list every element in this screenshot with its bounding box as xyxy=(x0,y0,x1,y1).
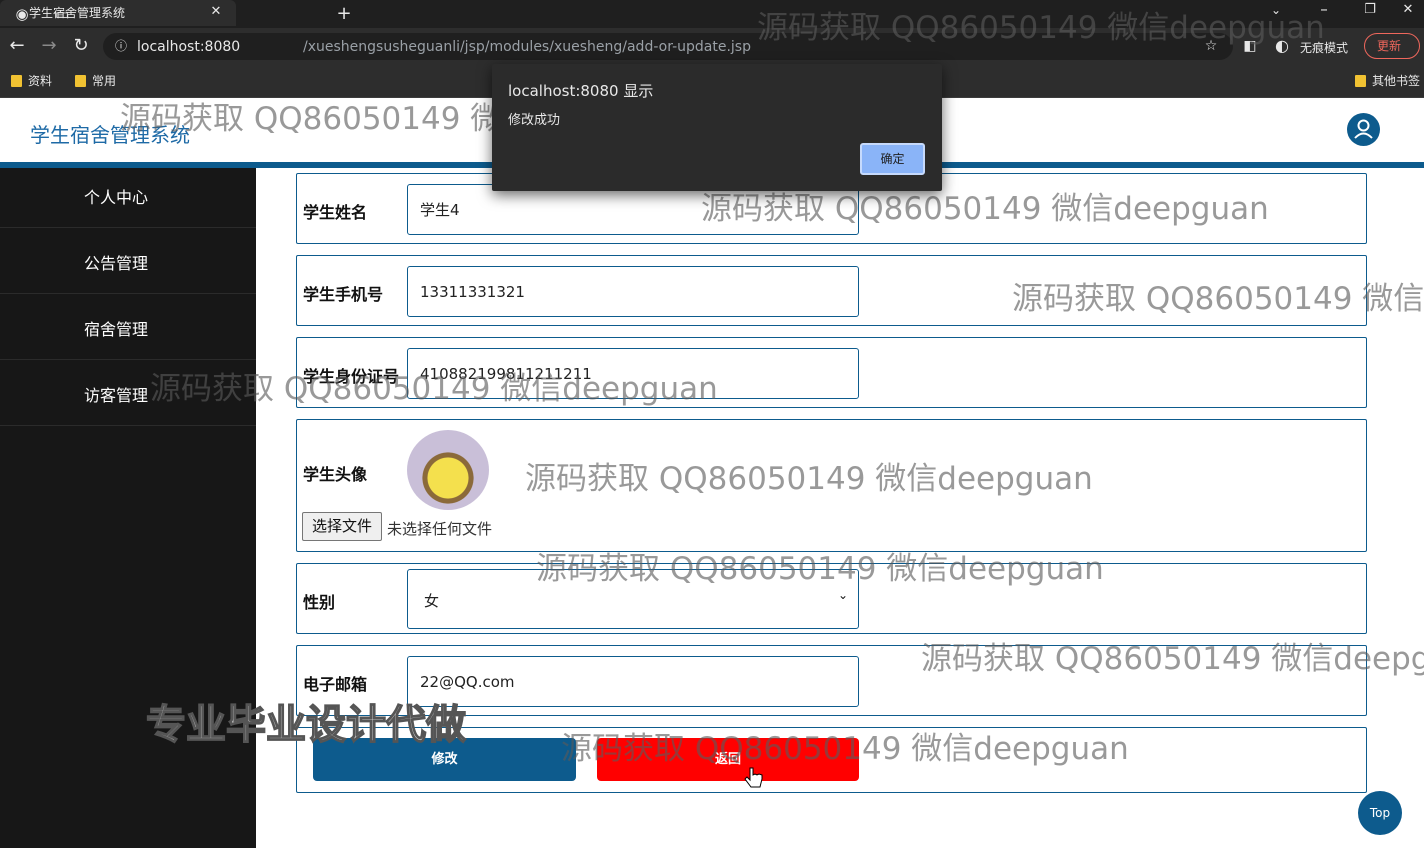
url-path: /xueshengsusheguanli/jsp/modules/xueshen… xyxy=(303,39,751,55)
folder-icon xyxy=(1355,74,1366,87)
other-bookmarks[interactable]: 其他书签 xyxy=(1355,72,1420,89)
sidebar-item-personal-center[interactable]: 个人中心 xyxy=(84,184,148,208)
bookmark-label: 资料 xyxy=(28,74,53,88)
tab-title: 学生宿舍管理系统 xyxy=(29,6,126,20)
avatar-preview-image xyxy=(407,430,489,510)
sidebar-item-visitors[interactable]: 访客管理 xyxy=(84,382,148,406)
back-to-top-button[interactable]: Top xyxy=(1358,791,1402,835)
avatar-label: 学生头像 xyxy=(303,465,368,484)
sidebar-divider xyxy=(0,227,256,228)
phone-label: 学生手机号 xyxy=(303,285,384,304)
watermark-text: 源码获取 QQ86050149 微信deepguan xyxy=(150,371,718,407)
bookmark-label: 常用 xyxy=(92,74,117,88)
choose-file-button[interactable]: 选择文件 xyxy=(302,512,382,541)
sidebar-item-announcements[interactable]: 公告管理 xyxy=(84,250,148,274)
gender-selected-value: 女 xyxy=(424,592,440,610)
chevron-down-icon: ⌄ xyxy=(838,588,849,602)
alert-dialog: localhost:8080 显示 修改成功 确定 xyxy=(492,64,942,191)
user-icon xyxy=(1354,119,1373,139)
watermark-text: 源码获取 QQ86050149 微信deepguan xyxy=(561,731,1129,767)
restore-icon[interactable]: ❐ xyxy=(1358,0,1382,24)
dialog-title: localhost:8080 显示 xyxy=(508,82,654,100)
promo-watermark: 专业毕业设计代做 xyxy=(145,701,467,749)
watermark-text: 源码获取 QQ86050149 微信deepguan xyxy=(536,551,1104,587)
sidebar-divider xyxy=(0,293,256,294)
watermark-text: 源码获取 QQ86050149 微信deepguan xyxy=(1012,281,1424,317)
phone-input[interactable] xyxy=(407,266,859,317)
folder-icon xyxy=(11,74,22,87)
back-arrow-icon[interactable]: ← xyxy=(4,32,30,60)
window-close-icon[interactable]: ✕ xyxy=(1396,0,1420,24)
reload-icon[interactable]: ↻ xyxy=(68,32,94,60)
gender-label: 性别 xyxy=(303,593,336,612)
info-icon[interactable]: ⓘ xyxy=(111,33,131,60)
name-label: 学生姓名 xyxy=(303,203,368,222)
hand-cursor-icon xyxy=(744,767,763,788)
watermark-text: 源码获取 QQ86050149 微信deepguan xyxy=(757,10,1325,46)
watermark-text: 源码获取 QQ86050149 微信deepguan xyxy=(921,641,1424,677)
other-bookmarks-label: 其他书签 xyxy=(1372,74,1421,88)
dialog-message: 修改成功 xyxy=(508,113,561,128)
user-avatar[interactable] xyxy=(1347,113,1380,146)
update-button[interactable]: 更新 xyxy=(1364,33,1420,59)
dialog-ok-button[interactable]: 确定 xyxy=(860,143,925,175)
bookmark-folder-changyong[interactable]: 常用 xyxy=(75,72,116,89)
sidebar-divider xyxy=(0,425,256,426)
forward-arrow-icon[interactable]: → xyxy=(36,32,62,60)
tab-close-icon[interactable]: ✕ xyxy=(206,0,226,26)
folder-icon xyxy=(75,74,86,87)
email-input[interactable] xyxy=(407,656,859,707)
file-status-text: 未选择任何文件 xyxy=(387,520,493,538)
new-tab-icon[interactable]: + xyxy=(332,0,356,28)
watermark-text: 源码获取 QQ86050149 微信deepguan xyxy=(525,461,1093,497)
sidebar-item-dormitory[interactable]: 宿舍管理 xyxy=(84,316,148,340)
bookmark-folder-ziliao[interactable]: 资料 xyxy=(11,72,52,89)
sidebar-divider xyxy=(0,359,256,360)
url-host: localhost:8080 xyxy=(137,39,241,55)
